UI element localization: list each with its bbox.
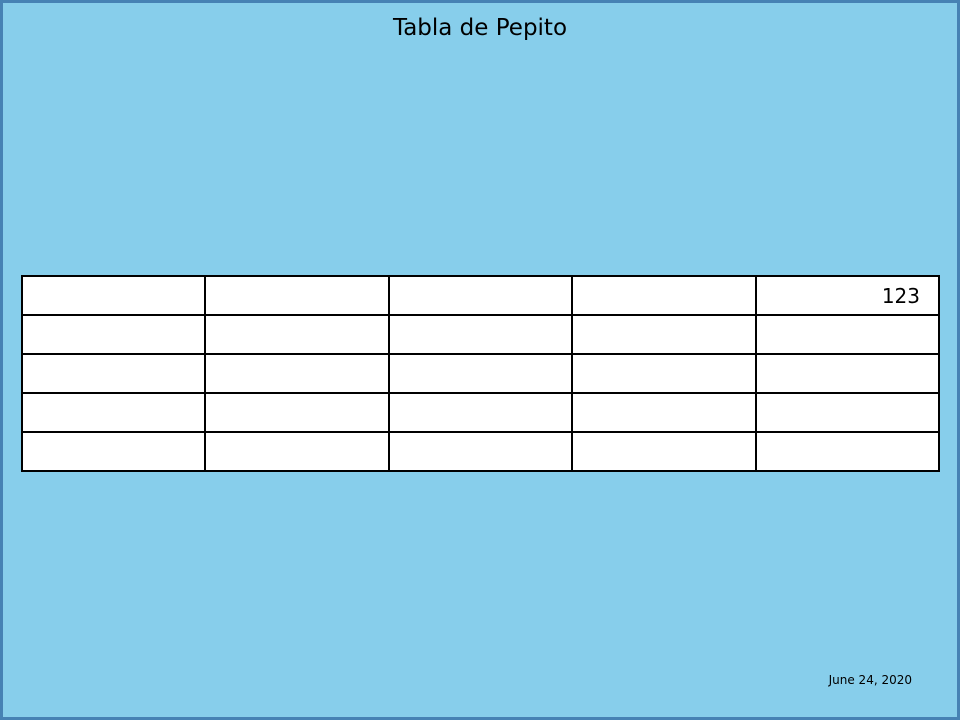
slide: Tabla de Pepito 123 June 24, 2020 [0, 0, 960, 720]
table-cell[interactable] [754, 314, 941, 355]
table-cell[interactable] [204, 314, 390, 355]
table-cell[interactable] [754, 392, 941, 433]
footer-date: June 24, 2020 [828, 673, 912, 687]
table-cell[interactable] [20, 275, 207, 316]
table-cell[interactable] [387, 431, 574, 472]
table-row [20, 431, 941, 472]
table-cell[interactable] [571, 392, 757, 433]
table-row [20, 353, 941, 394]
table-cell[interactable] [20, 314, 207, 355]
table-cell[interactable] [571, 314, 757, 355]
table-cell[interactable] [387, 314, 574, 355]
table-cell[interactable] [571, 275, 757, 316]
table-cell[interactable] [387, 392, 574, 433]
table-row [20, 392, 941, 433]
table-cell[interactable] [387, 275, 574, 316]
page-title: Tabla de Pepito [392, 15, 568, 41]
table-cell[interactable] [387, 353, 574, 394]
table-cell[interactable] [754, 431, 941, 472]
table-cell[interactable] [204, 431, 390, 472]
data-table: 123 [20, 275, 941, 472]
table-cell[interactable] [20, 392, 207, 433]
table-cell[interactable] [204, 353, 390, 394]
table-cell[interactable] [20, 353, 207, 394]
table-row [20, 314, 941, 355]
table-cell[interactable] [204, 275, 390, 316]
table-cell[interactable]: 123 [754, 275, 941, 316]
table-cell[interactable] [204, 392, 390, 433]
table-row: 123 [20, 275, 941, 316]
table-cell[interactable] [20, 431, 207, 472]
table-cell[interactable] [571, 431, 757, 472]
table-cell[interactable] [754, 353, 941, 394]
table-cell[interactable] [571, 353, 757, 394]
